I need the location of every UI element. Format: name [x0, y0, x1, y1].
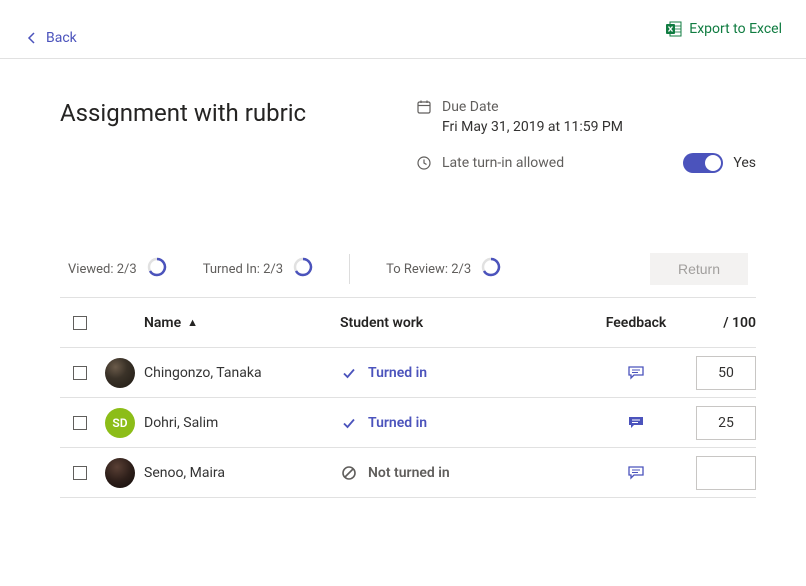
student-work-cell[interactable]: Turned in — [340, 414, 596, 432]
due-date-line: Due Date — [416, 99, 756, 115]
due-date-value: Fri May 31, 2019 at 11:59 PM — [442, 119, 756, 135]
progress-circle-icon — [293, 257, 313, 281]
late-toggle-value: Yes — [733, 155, 756, 171]
student-name[interactable]: Senoo, Maira — [140, 465, 340, 481]
avatar-cell: SD — [100, 408, 140, 438]
header-score[interactable]: / 100 — [676, 315, 756, 331]
table-row: SD Dohri, Salim Turned in — [60, 398, 756, 448]
checkmark-icon — [340, 414, 358, 432]
feedback-cell — [596, 363, 676, 383]
select-all-checkbox[interactable] — [73, 316, 87, 330]
row-checkbox-cell — [60, 366, 100, 380]
student-work-cell[interactable]: Turned in — [340, 364, 596, 382]
table-row: Chingonzo, Tanaka Turned in — [60, 348, 756, 398]
excel-icon — [665, 20, 683, 38]
feedback-icon[interactable] — [626, 463, 646, 483]
vertical-divider — [349, 254, 350, 284]
avatar-cell — [100, 458, 140, 488]
content: Assignment with rubric Due Date Fri May … — [0, 59, 806, 498]
chevron-left-icon — [24, 30, 40, 46]
header-row: Assignment with rubric Due Date Fri May … — [60, 99, 756, 173]
student-name[interactable]: Chingonzo, Tanaka — [140, 365, 340, 381]
blocked-icon — [340, 464, 358, 482]
calendar-icon — [416, 99, 432, 115]
top-bar: Back Export to Excel — [0, 0, 806, 59]
stat-turned-in-label: Turned In: 2/3 — [203, 262, 283, 277]
export-label: Export to Excel — [689, 21, 782, 37]
late-toggle[interactable] — [683, 153, 723, 173]
student-work-cell[interactable]: Not turned in — [340, 464, 596, 482]
table-header-row: Name ▲ Student work Feedback / 100 — [60, 298, 756, 348]
feedback-icon[interactable] — [626, 363, 646, 383]
checkmark-icon — [340, 364, 358, 382]
avatar — [105, 458, 135, 488]
avatar — [105, 358, 135, 388]
score-input[interactable] — [696, 456, 756, 490]
avatar: SD — [105, 408, 135, 438]
score-cell — [676, 456, 756, 490]
stat-turned-in: Turned In: 2/3 — [203, 257, 313, 281]
stats-row: Viewed: 2/3 Turned In: 2/3 To Review: 2/… — [60, 253, 756, 297]
row-checkbox-cell — [60, 466, 100, 480]
header-name[interactable]: Name ▲ — [140, 315, 340, 331]
page-title: Assignment with rubric — [60, 99, 376, 127]
row-checkbox[interactable] — [73, 466, 87, 480]
students-table: Name ▲ Student work Feedback / 100 Ching… — [60, 297, 756, 498]
feedback-cell — [596, 413, 676, 433]
export-link[interactable]: Export to Excel — [665, 20, 782, 38]
score-cell — [676, 406, 756, 440]
row-checkbox[interactable] — [73, 416, 87, 430]
stat-viewed: Viewed: 2/3 — [68, 257, 167, 281]
stat-to-review-label: To Review: 2/3 — [386, 262, 471, 277]
stat-viewed-label: Viewed: 2/3 — [68, 262, 137, 277]
meta-box: Due Date Fri May 31, 2019 at 11:59 PM La… — [416, 99, 756, 173]
row-checkbox[interactable] — [73, 366, 87, 380]
feedback-icon[interactable] — [626, 413, 646, 433]
score-input[interactable] — [696, 406, 756, 440]
student-name[interactable]: Dohri, Salim — [140, 415, 340, 431]
score-input[interactable] — [696, 356, 756, 390]
header-checkbox-cell — [60, 316, 100, 330]
header-name-label: Name — [144, 315, 181, 331]
table-row: Senoo, Maira Not turned in — [60, 448, 756, 498]
progress-circle-icon — [481, 257, 501, 281]
header-work[interactable]: Student work — [340, 315, 596, 331]
sort-ascending-icon: ▲ — [187, 316, 198, 329]
feedback-cell — [596, 463, 676, 483]
progress-circle-icon — [147, 257, 167, 281]
avatar-cell — [100, 358, 140, 388]
toggle-knob — [705, 155, 721, 171]
work-status-label: Turned in — [368, 415, 427, 431]
due-date-label: Due Date — [442, 99, 499, 115]
back-link[interactable]: Back — [24, 30, 77, 46]
score-cell — [676, 356, 756, 390]
work-status-label: Turned in — [368, 365, 427, 381]
row-checkbox-cell — [60, 416, 100, 430]
header-feedback[interactable]: Feedback — [596, 315, 676, 331]
late-toggle-group: Yes — [683, 153, 756, 173]
late-turnin-label: Late turn-in allowed — [442, 155, 564, 171]
back-label: Back — [46, 30, 77, 46]
work-status-label: Not turned in — [368, 465, 450, 481]
clock-icon — [416, 155, 432, 171]
stat-to-review: To Review: 2/3 — [386, 257, 501, 281]
return-button[interactable]: Return — [650, 253, 748, 285]
late-turnin-row: Late turn-in allowed Yes — [416, 153, 756, 173]
